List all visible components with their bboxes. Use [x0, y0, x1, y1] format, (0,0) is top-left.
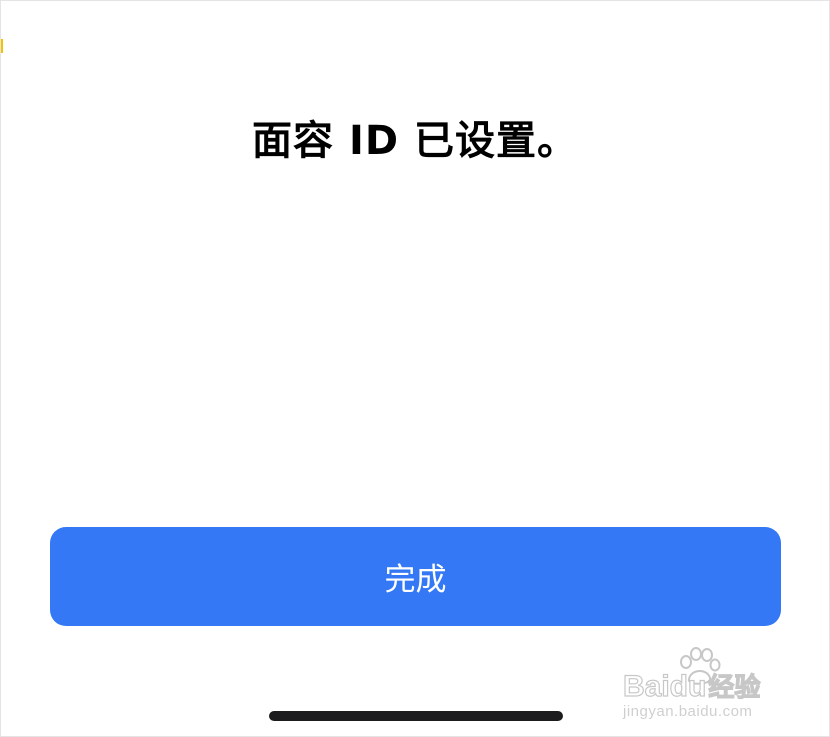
- watermark: Baidu经验 jingyan.baidu.com: [622, 647, 783, 720]
- setup-complete-screen: 面容 ID 已设置。 完成 Baidu经验 jingyan.baidu.com: [0, 0, 830, 737]
- page-title: 面容 ID 已设置。: [252, 118, 578, 164]
- edge-highlight: [1, 39, 3, 53]
- home-indicator[interactable]: [269, 711, 563, 721]
- watermark-url: jingyan.baidu.com: [623, 703, 753, 720]
- done-button[interactable]: 完成: [50, 527, 781, 626]
- done-button-label: 完成: [384, 562, 447, 598]
- watermark-logo: Baidu经验: [622, 669, 761, 703]
